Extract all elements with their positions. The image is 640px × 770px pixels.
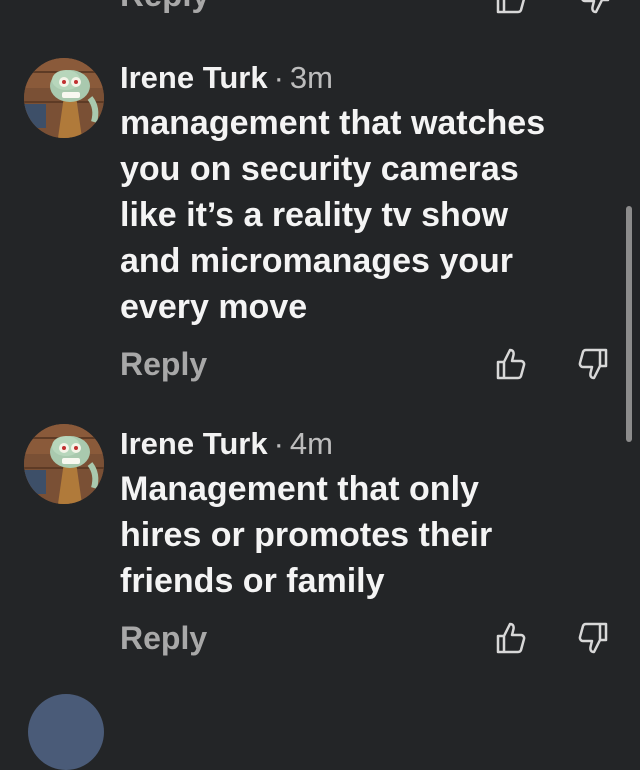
- scrollbar[interactable]: [626, 206, 632, 442]
- squidward-avatar[interactable]: [24, 58, 104, 138]
- author-name[interactable]: Irene Turk: [120, 60, 268, 95]
- comment-timestamp: 3m: [289, 60, 333, 95]
- meta-separator: ·: [273, 60, 284, 95]
- thumbs-up-icon[interactable]: [492, 620, 528, 656]
- reply-button[interactable]: Reply: [120, 618, 207, 658]
- thumbs-up-icon[interactable]: [492, 0, 528, 21]
- previous-reply-button[interactable]: Reply: [120, 0, 210, 14]
- reply-button[interactable]: Reply: [120, 344, 207, 384]
- thumbs-down-icon[interactable]: [578, 0, 614, 21]
- next-comment-avatar[interactable]: [28, 694, 104, 770]
- thumbs-up-icon[interactable]: [492, 346, 528, 382]
- meta-separator: ·: [273, 426, 284, 461]
- comment-meta: Irene Turk · 4m: [120, 424, 620, 464]
- comment-actions: Reply: [120, 344, 620, 384]
- squidward-avatar[interactable]: [24, 424, 104, 504]
- comment-text: Management that only hires or promotes t…: [120, 470, 493, 600]
- previous-comment-actions: Reply: [0, 0, 640, 16]
- comment-actions: Reply: [120, 618, 620, 658]
- thumbs-down-icon[interactable]: [576, 620, 612, 656]
- comment-meta: Irene Turk · 3m: [120, 58, 620, 98]
- comment-text: management that watches you on security …: [120, 104, 546, 326]
- comment-timestamp: 4m: [289, 426, 333, 461]
- author-name[interactable]: Irene Turk: [120, 426, 268, 461]
- thumbs-down-icon[interactable]: [576, 346, 612, 382]
